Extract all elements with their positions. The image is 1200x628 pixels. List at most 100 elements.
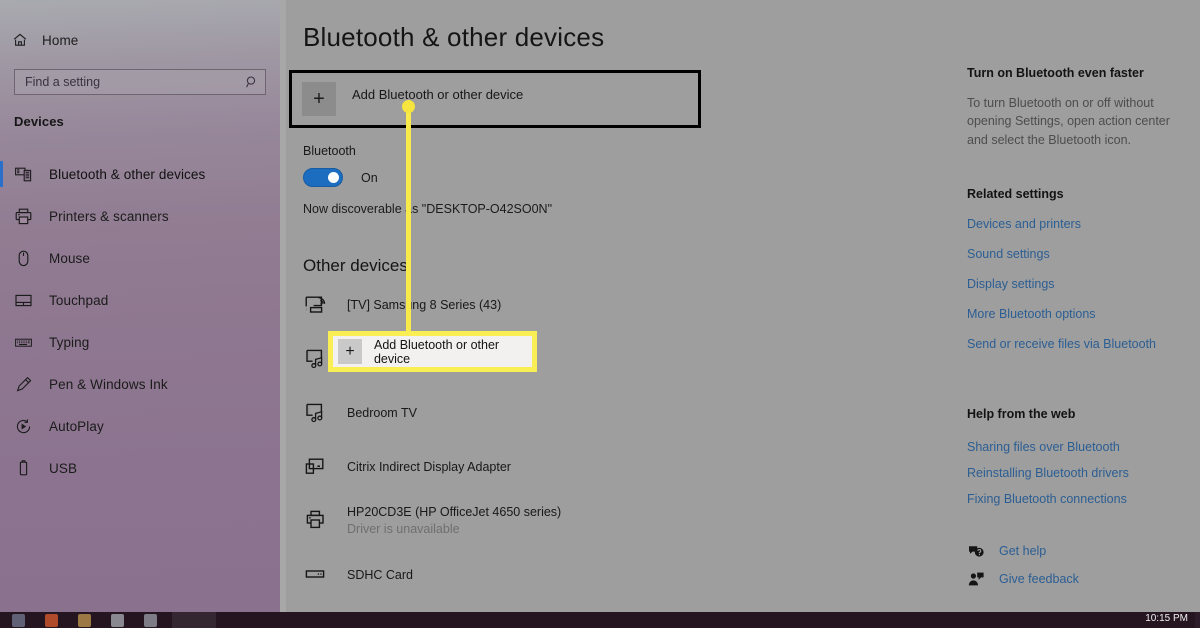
list-item[interactable]: HP20CD3E (HP OfficeJet 4650 series) Driv… [303, 502, 703, 540]
get-help-row[interactable]: Get help [967, 540, 1079, 562]
bluetooth-heading: Bluetooth [303, 144, 356, 158]
callout-inner: + Add Bluetooth or other device [333, 336, 532, 367]
tip-body: To turn Bluetooth on or off without open… [967, 96, 1170, 147]
device-text: HP20CD3E (HP OfficeJet 4650 series) Driv… [347, 504, 561, 538]
sidebar-item-label: Touchpad [49, 292, 109, 308]
sidebar-section-title: Devices [14, 114, 64, 129]
sidebar-item-label: Mouse [49, 250, 91, 266]
help-from-web-block: Help from the web Sharing files over Blu… [967, 407, 1129, 506]
taskbar-icon-4[interactable] [111, 614, 124, 627]
help-link-reinstalling-drivers[interactable]: Reinstalling Bluetooth drivers [967, 466, 1129, 480]
add-bluetooth-or-other-device-button[interactable]: + Add Bluetooth or other device [289, 70, 701, 128]
mouse-icon [14, 249, 33, 268]
help-link-sharing-files[interactable]: Sharing files over Bluetooth [967, 440, 1129, 454]
plus-icon: + [338, 339, 362, 364]
device-text: SDHC Card [347, 567, 413, 584]
give-feedback-row[interactable]: Give feedback [967, 568, 1079, 590]
device-name: [TV] Samsung 8 Series (43) [347, 297, 502, 312]
taskbar-icon-2[interactable] [45, 614, 58, 627]
help-link-fixing-connections[interactable]: Fixing Bluetooth connections [967, 492, 1129, 506]
related-link-send-or-receive-files[interactable]: Send or receive files via Bluetooth [967, 337, 1156, 351]
device-text: Citrix Indirect Display Adapter [347, 459, 511, 476]
add-device-label: Add Bluetooth or other device [352, 86, 524, 102]
taskbar-icon-5[interactable] [144, 614, 157, 627]
bluetooth-toggle-row[interactable]: On [303, 168, 378, 187]
sidebar-item-autoplay[interactable]: AutoPlay [0, 412, 280, 440]
sidebar-item-typing[interactable]: Typing [0, 328, 280, 356]
sidebar-item-bluetooth-other-devices[interactable]: Bluetooth & other devices [0, 160, 280, 188]
printer-icon [14, 207, 33, 226]
pen-icon [14, 375, 33, 394]
taskbar-clock[interactable]: 10:15 PM [1145, 613, 1188, 624]
help-bubble-icon [967, 543, 985, 560]
related-link-sound-settings[interactable]: Sound settings [967, 247, 1156, 261]
support-block: Get help Give feedback [967, 540, 1079, 596]
media-audio-device-icon [303, 401, 333, 425]
show-desktop-button[interactable] [1195, 612, 1200, 628]
sidebar-item-pen-windows-ink[interactable]: Pen & Windows Ink [0, 370, 280, 398]
autoplay-icon [14, 417, 33, 436]
home-icon [12, 32, 28, 48]
device-text: Bedroom TV [347, 405, 417, 422]
related-link-more-bluetooth-options[interactable]: More Bluetooth options [967, 307, 1156, 321]
device-name: Citrix Indirect Display Adapter [347, 459, 511, 474]
usb-icon [14, 459, 33, 478]
taskbar-icon-3[interactable] [78, 614, 91, 627]
sidebar-item-touchpad[interactable]: Touchpad [0, 286, 280, 314]
sidebar-item-label: Pen & Windows Ink [49, 376, 168, 392]
sidebar-item-label: Bluetooth & other devices [49, 166, 206, 182]
taskbar-icon-1[interactable] [12, 614, 25, 627]
taskbar-icons [12, 614, 157, 627]
give-feedback-link[interactable]: Give feedback [999, 572, 1079, 586]
printer-icon [303, 509, 333, 533]
search-icon [245, 75, 259, 89]
list-item[interactable]: Bedroom TV [303, 394, 703, 432]
list-item[interactable]: Citrix Indirect Display Adapter [303, 448, 703, 486]
sidebar-item-printers-scanners[interactable]: Printers & scanners [0, 202, 280, 230]
taskbar-active-window[interactable] [172, 612, 216, 628]
settings-window: Home Find a setting Devices Bluetooth & … [0, 0, 1200, 628]
related-link-display-settings[interactable]: Display settings [967, 277, 1156, 291]
device-name: Bedroom TV [347, 405, 417, 420]
display-adapter-icon [303, 455, 333, 479]
sidebar-item-usb[interactable]: USB [0, 454, 280, 482]
annotation-callout: + Add Bluetooth or other device [328, 331, 537, 372]
list-item[interactable]: [TV] Samsung 8 Series (43) [303, 286, 703, 324]
keyboard-icon [14, 333, 33, 352]
search-placeholder: Find a setting [25, 75, 101, 89]
bluetooth-toggle[interactable] [303, 168, 343, 187]
annotation-leader-line [406, 104, 411, 336]
device-text: [TV] Samsung 8 Series (43) [347, 297, 501, 314]
sidebar-item-label: USB [49, 460, 78, 476]
sidebar: Home Find a setting Devices Bluetooth & … [0, 0, 280, 612]
touchpad-icon [14, 291, 33, 310]
list-item[interactable]: SDHC Card [303, 556, 703, 594]
search-input[interactable]: Find a setting [14, 69, 266, 95]
sidebar-item-mouse[interactable]: Mouse [0, 244, 280, 272]
sidebar-home[interactable]: Home [12, 28, 78, 52]
bluetooth-toggle-state: On [361, 170, 378, 185]
toggle-knob [328, 172, 339, 183]
page-title: Bluetooth & other devices [303, 22, 605, 52]
sidebar-item-label: AutoPlay [49, 418, 104, 434]
cast-display-icon [303, 293, 333, 317]
sidebar-item-label: Printers & scanners [49, 208, 169, 224]
annotation-anchor-dot [402, 100, 415, 113]
related-settings-heading: Related settings [967, 187, 1064, 201]
sidebar-nav: Bluetooth & other devices Printers & sca… [0, 160, 280, 496]
device-name: SDHC Card [347, 567, 413, 582]
device-name: HP20CD3E (HP OfficeJet 4650 series) [347, 505, 562, 520]
taskbar[interactable]: 10:15 PM [0, 612, 1200, 628]
get-help-link[interactable]: Get help [999, 544, 1046, 558]
related-link-devices-and-printers[interactable]: Devices and printers [967, 217, 1156, 231]
callout-label: Add Bluetooth or other device [373, 337, 500, 366]
sd-card-icon [303, 563, 333, 587]
sidebar-item-label: Typing [49, 334, 90, 350]
sidebar-home-label: Home [42, 32, 79, 48]
discoverable-text: Now discoverable as "DESKTOP-O42SO0N" [303, 202, 553, 216]
plus-icon: + [302, 82, 336, 116]
help-from-web-heading: Help from the web [967, 407, 1076, 421]
bluetooth-devices-icon [14, 165, 33, 184]
main-content: Bluetooth & other devices + Add Bluetoot… [286, 0, 1200, 612]
feedback-person-icon [967, 571, 985, 588]
